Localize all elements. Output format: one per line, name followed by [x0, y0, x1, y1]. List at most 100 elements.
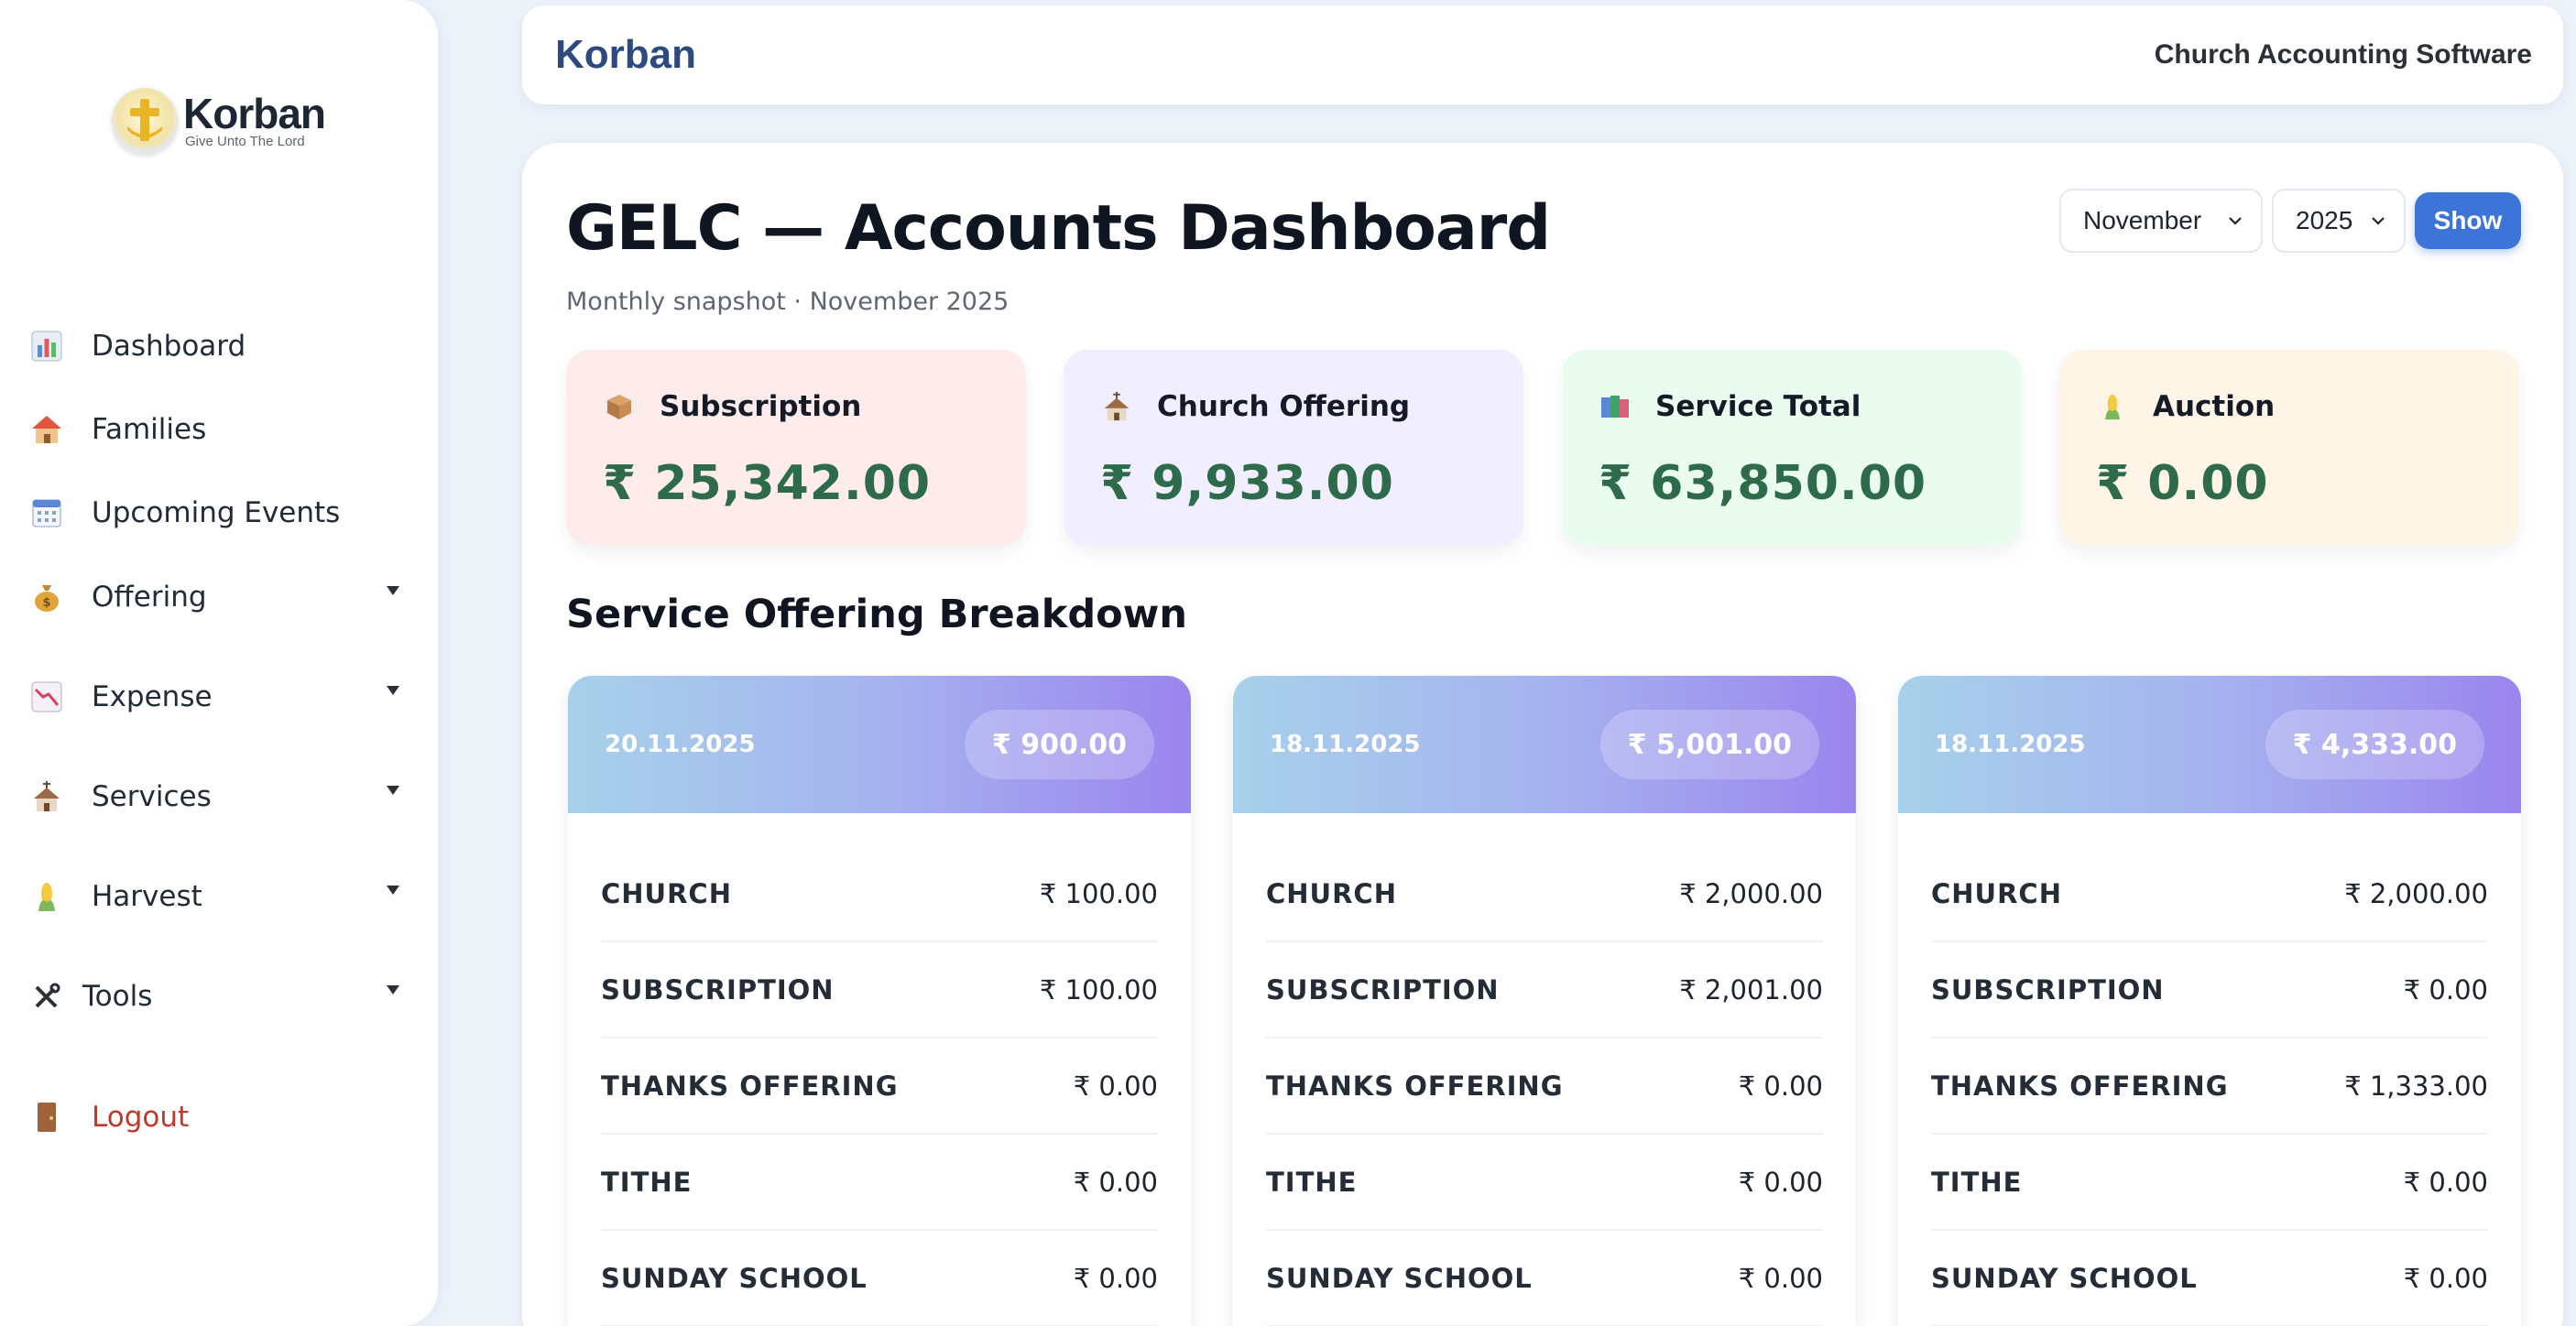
- row-amount: ₹ 0.00: [2403, 973, 2488, 1005]
- service-total-badge: ₹ 900.00: [964, 710, 1154, 779]
- row-label: CHURCH: [601, 877, 732, 909]
- package-icon: [603, 390, 636, 423]
- period-filter: November 2025 Show: [2059, 189, 2521, 253]
- service-date: 20.11.2025: [605, 731, 756, 758]
- app-subtitle: Church Accounting Software: [2154, 39, 2532, 70]
- row-amount: ₹ 1,333.00: [2344, 1070, 2488, 1102]
- stat-card-subscription: Subscription ₹ 25,342.00: [566, 350, 1026, 546]
- month-select[interactable]: November: [2059, 189, 2263, 253]
- year-select-value: 2025: [2296, 206, 2353, 234]
- table-row: SUBSCRIPTION ₹ 0.00: [1931, 942, 2488, 1038]
- logout-button[interactable]: Logout: [27, 1090, 412, 1145]
- sidebar-item-tools[interactable]: Tools: [27, 969, 412, 1024]
- door-icon: [27, 1098, 66, 1136]
- row-label: SUNDAY SCHOOL: [601, 1262, 868, 1294]
- row-amount: ₹ 2,001.00: [1679, 973, 1823, 1005]
- tools-icon: [27, 977, 66, 1016]
- show-button[interactable]: Show: [2415, 192, 2521, 249]
- books-icon: [1599, 390, 1632, 423]
- row-label: SUBSCRIPTION: [1931, 973, 2165, 1005]
- stat-label: Church Offering: [1157, 390, 1411, 423]
- church-icon: [1100, 390, 1133, 423]
- sidebar: Korban Give Unto The Lord Dashboard Fami…: [0, 0, 438, 1326]
- row-label: THANKS OFFERING: [1931, 1070, 2229, 1102]
- row-amount: ₹ 0.00: [1738, 1070, 1823, 1102]
- sidebar-item-label: Harvest: [92, 880, 202, 913]
- money-bag-icon: $: [27, 578, 66, 616]
- table-row: CHURCH ₹ 100.00: [601, 846, 1158, 942]
- chevron-down-icon: [2229, 217, 2242, 225]
- bar-chart-icon: [27, 327, 66, 365]
- sidebar-item-label: Services: [92, 780, 212, 813]
- stat-label: Service Total: [1655, 390, 1861, 423]
- table-row: SUBSCRIPTION ₹ 2,001.00: [1266, 942, 1823, 1038]
- logout-label: Logout: [92, 1101, 190, 1134]
- month-select-value: November: [2083, 206, 2202, 234]
- row-amount: ₹ 100.00: [1039, 973, 1158, 1005]
- service-date: 18.11.2025: [1935, 731, 2086, 758]
- row-amount: ₹ 100.00: [1039, 877, 1158, 909]
- sidebar-item-services[interactable]: Services: [27, 769, 412, 824]
- service-card[interactable]: 20.11.2025 ₹ 900.00 CHURCH ₹ 100.00 SUBSC…: [568, 676, 1191, 1326]
- chevron-down-icon: [387, 686, 399, 695]
- table-row: SUNDAY SCHOOL ₹ 0.00: [1931, 1231, 2488, 1326]
- stat-label: Auction: [2153, 390, 2276, 423]
- year-select[interactable]: 2025: [2272, 189, 2406, 253]
- row-label: THANKS OFFERING: [1266, 1070, 1564, 1102]
- row-label: TITHE: [1266, 1166, 1358, 1198]
- stat-card-church-offering: Church Offering ₹ 9,933.00: [1064, 350, 1523, 546]
- row-label: SUNDAY SCHOOL: [1931, 1262, 2198, 1294]
- row-label: SUBSCRIPTION: [601, 973, 835, 1005]
- table-row: SUNDAY SCHOOL ₹ 0.00: [1266, 1231, 1823, 1326]
- sidebar-item-harvest[interactable]: Harvest: [27, 869, 412, 924]
- stat-label: Subscription: [660, 390, 862, 423]
- sidebar-item-expense[interactable]: Expense: [27, 669, 412, 724]
- cross-logo-icon: [112, 88, 178, 154]
- app-logo[interactable]: Korban Give Unto The Lord: [112, 86, 326, 156]
- page-title: GELC — Accounts Dashboard: [566, 192, 1551, 265]
- sidebar-item-dashboard[interactable]: Dashboard: [27, 319, 412, 374]
- chevron-down-icon: [387, 786, 399, 795]
- row-label: CHURCH: [1931, 877, 2062, 909]
- table-row: SUBSCRIPTION ₹ 100.00: [601, 942, 1158, 1038]
- table-row: TITHE ₹ 0.00: [1266, 1135, 1823, 1231]
- sidebar-item-label: Expense: [92, 680, 213, 713]
- row-amount: ₹ 0.00: [2403, 1262, 2488, 1294]
- row-amount: ₹ 0.00: [1738, 1166, 1823, 1198]
- stat-card-service-total: Service Total ₹ 63,850.00: [1562, 350, 2022, 546]
- table-row: CHURCH ₹ 2,000.00: [1266, 846, 1823, 942]
- stat-value: ₹ 9,933.00: [1100, 456, 1394, 511]
- table-row: CHURCH ₹ 2,000.00: [1931, 846, 2488, 942]
- corn-icon: [2096, 390, 2129, 423]
- stat-card-auction: Auction ₹ 0.00: [2059, 350, 2519, 546]
- table-row: TITHE ₹ 0.00: [1931, 1135, 2488, 1231]
- service-card[interactable]: 18.11.2025 ₹ 5,001.00 CHURCH ₹ 2,000.00 S…: [1233, 676, 1856, 1326]
- top-bar: Korban Church Accounting Software: [522, 5, 2563, 104]
- service-total-badge: ₹ 4,333.00: [2265, 710, 2484, 779]
- stat-value: ₹ 25,342.00: [603, 456, 932, 511]
- sidebar-item-offering[interactable]: $ Offering: [27, 570, 412, 625]
- table-row: SUNDAY SCHOOL ₹ 0.00: [601, 1231, 1158, 1326]
- sidebar-item-families[interactable]: Families: [27, 402, 412, 457]
- sidebar-item-label: Upcoming Events: [92, 496, 341, 529]
- chevron-down-icon: [2372, 217, 2385, 225]
- table-row: THANKS OFFERING ₹ 1,333.00: [1931, 1038, 2488, 1135]
- service-card-header: 18.11.2025 ₹ 5,001.00: [1233, 676, 1856, 813]
- table-row: THANKS OFFERING ₹ 0.00: [1266, 1038, 1823, 1135]
- logo-tagline: Give Unto The Lord: [185, 134, 305, 149]
- brand-title[interactable]: Korban: [555, 32, 696, 78]
- section-title: Service Offering Breakdown: [566, 592, 1188, 637]
- page-subtitle: Monthly snapshot · November 2025: [566, 288, 1010, 316]
- church-icon: [27, 777, 66, 816]
- row-label: SUBSCRIPTION: [1266, 973, 1500, 1005]
- chevron-down-icon: [387, 886, 399, 895]
- service-card-header: 20.11.2025 ₹ 900.00: [568, 676, 1191, 813]
- row-amount: ₹ 0.00: [1738, 1262, 1823, 1294]
- sidebar-item-upcoming-events[interactable]: Upcoming Events: [27, 485, 412, 540]
- table-row: TITHE ₹ 0.00: [601, 1135, 1158, 1231]
- sidebar-item-label: Families: [92, 413, 207, 446]
- row-amount: ₹ 2,000.00: [2344, 877, 2488, 909]
- service-card[interactable]: 18.11.2025 ₹ 4,333.00 CHURCH ₹ 2,000.00 S…: [1898, 676, 2521, 1326]
- service-total-badge: ₹ 5,001.00: [1599, 710, 1819, 779]
- row-label: TITHE: [1931, 1166, 2023, 1198]
